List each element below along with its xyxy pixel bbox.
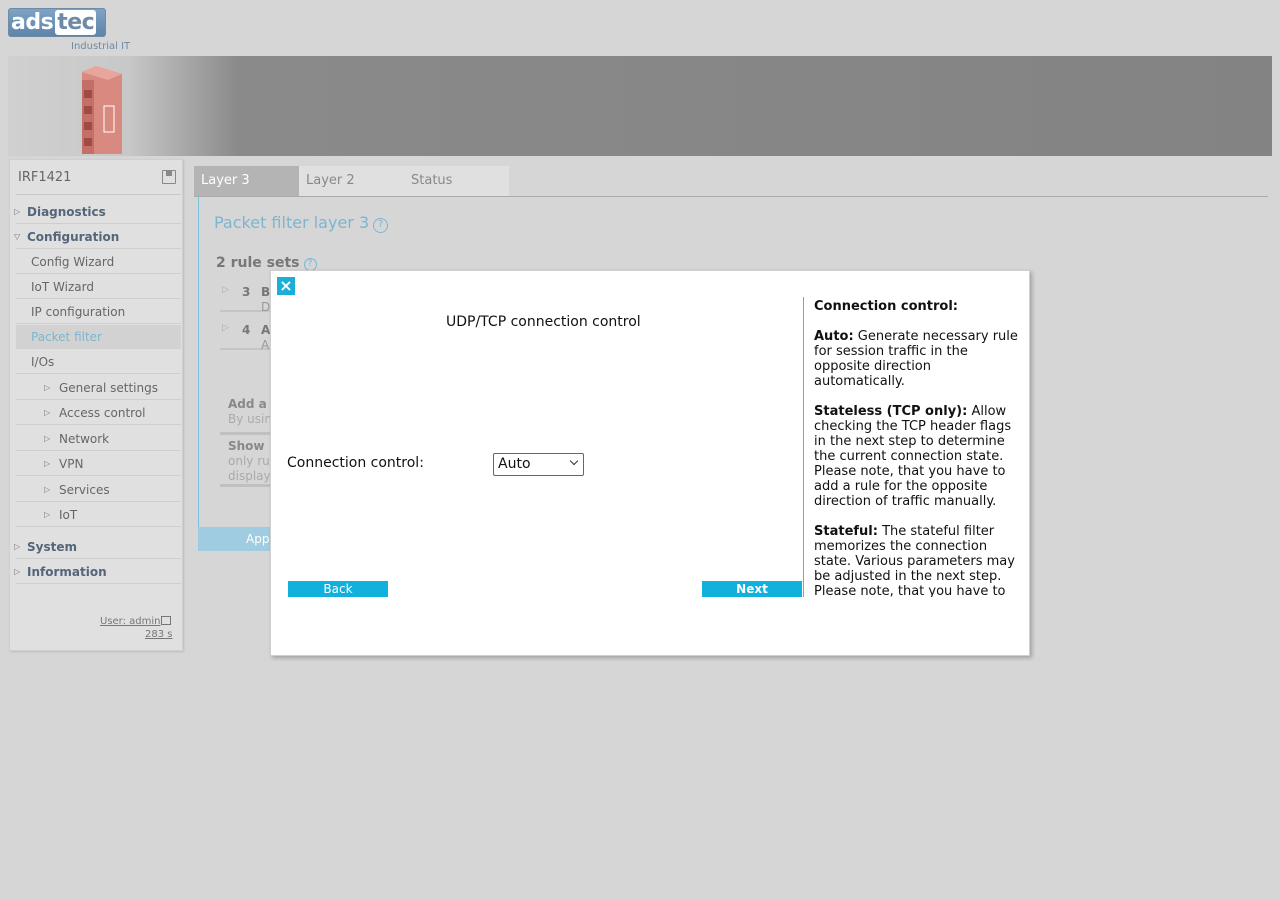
connection-control-select[interactable]: Auto <box>493 453 584 476</box>
next-button[interactable]: Next <box>702 581 802 597</box>
triangle-right-icon: ▷ <box>44 434 51 443</box>
sidebar-item-label: IoT Wizard <box>31 280 94 294</box>
sidebar-item-network[interactable]: ▷ Network <box>16 427 181 451</box>
chevron-down-icon <box>569 456 579 466</box>
triangle-right-icon: ▷ <box>44 459 51 468</box>
triangle-right-icon: ▷ <box>222 323 229 333</box>
help-panel: Connection control: Auto: Generate neces… <box>803 297 1023 597</box>
sidebar-item-system[interactable]: ▷ System <box>14 535 181 559</box>
rule-sets-title: 2 rule sets? <box>216 255 317 271</box>
adstec-logo: ads tec <box>8 8 106 37</box>
show-rules-description: only ru <box>228 454 270 468</box>
triangle-right-icon: ▷ <box>14 207 21 216</box>
sidebar-item-configuration[interactable]: ▽ Configuration <box>14 225 181 249</box>
triangle-right-icon: ▷ <box>44 383 51 392</box>
sidebar-item-general-settings[interactable]: ▷ General settings <box>16 376 181 400</box>
triangle-right-icon: ▷ <box>14 542 21 551</box>
sidebar-item-information[interactable]: ▷ Information <box>14 560 181 584</box>
sidebar-item-label: System <box>27 540 77 554</box>
sidebar-item-iot-wizard[interactable]: IoT Wizard <box>16 275 181 299</box>
sidebar-item-label: Configuration <box>27 230 120 244</box>
sidebar-item-label: I/Os <box>31 355 55 369</box>
sidebar-item-label: Packet filter <box>31 330 102 344</box>
save-icon[interactable] <box>162 170 176 184</box>
user-link[interactable]: User: admin <box>100 616 161 627</box>
add-rule-heading: Add a <box>228 397 267 411</box>
triangle-right-icon: ▷ <box>222 285 229 295</box>
help-text: Allow checking the TCP header flags in t… <box>814 404 1012 509</box>
sidebar-item-diagnostics[interactable]: ▷ Diagnostics <box>14 200 181 224</box>
sidebar-item-label: Network <box>59 432 110 446</box>
rule-description: D <box>261 300 271 314</box>
help-term: Stateful: <box>814 524 878 539</box>
sidebar-item-ip-configuration[interactable]: IP configuration <box>16 300 181 324</box>
help-term: Auto: <box>814 329 854 344</box>
sidebar-item-label: VPN <box>59 457 84 471</box>
help-stateful: Stateful: The stateful filter memorizes … <box>814 524 1023 597</box>
triangle-right-icon: ▷ <box>44 510 51 519</box>
sidebar-item-label: IoT <box>59 508 78 522</box>
rule-number: 3 <box>242 285 251 299</box>
sidebar-item-label: Access control <box>59 406 146 420</box>
connection-control-label: Connection control: <box>287 455 424 471</box>
sidebar-item-label: IP configuration <box>31 305 126 319</box>
tab-layer-2[interactable]: Layer 2 <box>299 166 404 196</box>
router-device-image <box>82 66 122 154</box>
sidebar-item-label: General settings <box>59 381 158 395</box>
connection-control-dialog: × UDP/TCP connection control Connection … <box>270 270 1030 656</box>
help-stateless: Stateless (TCP only): Allow checking the… <box>814 404 1023 509</box>
sidebar-item-iot[interactable]: ▷ IoT <box>16 503 181 527</box>
show-rules-heading: Show <box>228 439 265 453</box>
tab-layer-3[interactable]: Layer 3 <box>194 166 299 196</box>
show-rules-description: display <box>228 469 271 483</box>
page-title: Packet filter layer 3? <box>214 213 389 233</box>
add-rule-description: By usin <box>228 412 272 426</box>
sidebar-item-label: Services <box>59 483 110 497</box>
triangle-right-icon: ▷ <box>44 408 51 417</box>
session-timer[interactable]: 283 s <box>145 629 172 640</box>
rule-sets-title-text: 2 rule sets <box>216 255 300 271</box>
sidebar-item-vpn[interactable]: ▷ VPN <box>16 452 181 476</box>
sidebar-item-label: Config Wizard <box>31 255 115 269</box>
help-auto: Auto: Generate necessary rule for sessio… <box>814 329 1023 389</box>
sidebar-item-ios[interactable]: I/Os <box>16 350 181 374</box>
sidebar-item-config-wizard[interactable]: Config Wizard <box>16 250 181 274</box>
back-button[interactable]: Back <box>288 581 388 597</box>
help-heading: Connection control: <box>814 299 958 314</box>
tab-status[interactable]: Status <box>404 166 509 196</box>
help-term: Stateless (TCP only): <box>814 404 968 419</box>
rule-name: B <box>261 285 271 299</box>
sidebar: IRF1421 ▷ Diagnostics ▽ Configuration Co… <box>9 159 183 651</box>
sidebar-divider <box>16 194 181 195</box>
triangle-down-icon: ▽ <box>14 232 21 241</box>
dialog-title: UDP/TCP connection control <box>446 314 641 330</box>
help-icon[interactable]: ? <box>373 218 389 233</box>
rule-description: A <box>261 338 270 352</box>
triangle-right-icon: ▷ <box>14 567 21 576</box>
sidebar-item-access-control[interactable]: ▷ Access control <box>16 401 181 425</box>
connection-control-value: Auto <box>498 456 531 472</box>
logo-tagline: Industrial IT <box>71 41 131 52</box>
sidebar-item-packet-filter[interactable]: Packet filter <box>16 325 181 349</box>
device-name: IRF1421 <box>18 170 72 185</box>
sidebar-item-label: Diagnostics <box>27 205 106 219</box>
page-title-text: Packet filter layer 3 <box>214 213 370 232</box>
rule-name: A <box>261 323 271 337</box>
sidebar-item-label: Information <box>27 565 107 579</box>
sidebar-item-services[interactable]: ▷ Services <box>16 478 181 502</box>
close-icon[interactable]: × <box>277 277 295 295</box>
rule-number: 4 <box>242 323 251 337</box>
triangle-right-icon: ▷ <box>44 485 51 494</box>
logout-icon[interactable] <box>161 616 171 625</box>
header-banner <box>8 56 1272 156</box>
